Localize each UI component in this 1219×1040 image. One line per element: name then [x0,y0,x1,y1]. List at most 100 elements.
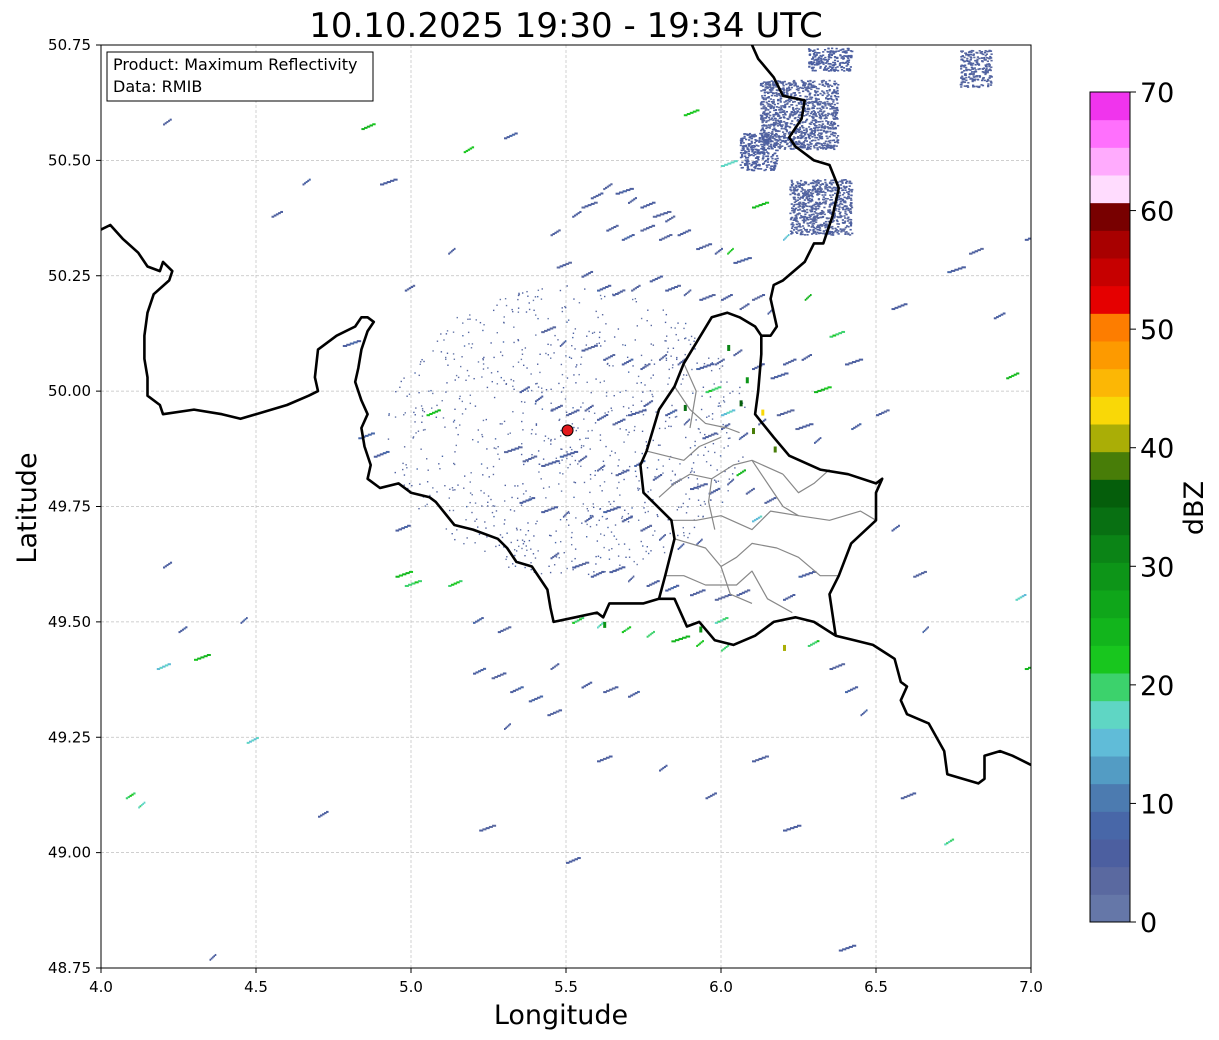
reflectivity-cell [830,120,833,123]
reflectivity-cell [665,359,668,361]
reflectivity-cell [512,385,514,388]
reflectivity-cell [840,65,843,68]
reflectivity-cell [795,186,798,189]
reflectivity-cell [830,179,833,182]
reflectivity-cell [981,70,984,73]
reflectivity-cell [777,102,780,105]
reflectivity-cell [656,468,658,470]
reflectivity-cell [459,395,461,398]
reflectivity-cell [403,474,406,476]
reflectivity-cell [547,354,549,356]
reflectivity-cell [499,351,502,353]
reflectivity-cell [646,467,649,469]
reflectivity-cell [783,135,786,138]
reflectivity-cell [436,491,438,493]
reflectivity-cell [978,50,981,52]
reflectivity-cell [923,570,927,573]
reflectivity-cell [792,82,796,84]
reflectivity-cell [581,522,583,524]
colorbar-segment [1090,285,1130,314]
reflectivity-cell [738,392,741,395]
reflectivity-cell [758,152,761,155]
colorbar-segment [1090,341,1130,370]
reflectivity-cell [723,447,725,449]
reflectivity-cell [436,404,438,407]
reflectivity-cell [967,51,971,53]
reflectivity-cell [574,548,577,550]
reflectivity-cell [490,342,492,344]
colorbar-tick-label: 60 [1140,197,1174,228]
reflectivity-cell [506,532,508,534]
reflectivity-cell [843,70,846,72]
reflectivity-cell [512,410,514,413]
reflectivity-cell [573,374,575,376]
reflectivity-cell [722,423,724,426]
reflectivity-cell [757,149,760,151]
reflectivity-cell [634,197,637,200]
reflectivity-cell [596,343,598,345]
reflectivity-cell [563,551,565,554]
reflectivity-cell [821,198,825,201]
reflectivity-cell [844,220,847,223]
reflectivity-cell [976,52,979,54]
reflectivity-cell [843,192,846,194]
reflectivity-cell [699,626,703,633]
reflectivity-cell [821,137,824,140]
reflectivity-cell [831,126,834,128]
reflectivity-cell [808,65,811,68]
reflectivity-cell [818,186,821,188]
reflectivity-cell [821,114,824,117]
reflectivity-cell [796,220,799,223]
reflectivity-cell [818,124,821,126]
reflectivity-cell [990,59,993,62]
reflectivity-cell [841,219,844,221]
reflectivity-cell [659,275,663,278]
reflectivity-cell [827,85,830,88]
reflectivity-cell [773,103,776,106]
reflectivity-cell [595,310,597,313]
reflectivity-cell [599,294,602,297]
reflectivity-cell [541,395,544,398]
reflectivity-cell [826,83,829,86]
reflectivity-cell [566,567,568,570]
reflectivity-cell [505,558,507,561]
reflectivity-cell [682,543,685,546]
reflectivity-cell [813,80,816,83]
reflectivity-cell [828,230,832,233]
reflectivity-cell [747,257,752,260]
reflectivity-cell [985,67,988,70]
reflectivity-cell [769,167,772,169]
reflectivity-cell [754,151,757,153]
reflectivity-cell [621,517,623,519]
reflectivity-cell [842,67,846,69]
reflectivity-cell [457,433,459,436]
reflectivity-cell [834,51,837,53]
reflectivity-cell [710,369,713,372]
reflectivity-cell [650,400,654,403]
reflectivity-cell [750,134,754,136]
reflectivity-cell [520,453,523,456]
reflectivity-cell [550,388,552,391]
reflectivity-cell [750,168,753,171]
reflectivity-cell [807,146,810,148]
reflectivity-cell [582,503,585,505]
reflectivity-cell [810,226,813,228]
reflectivity-cell [659,474,663,477]
reflectivity-cell [838,63,842,65]
reflectivity-cell [642,391,644,393]
reflectivity-cell [758,136,761,139]
reflectivity-cell [535,433,537,435]
reflectivity-cell [739,139,742,142]
y-tick-label: 49.50 [48,613,91,631]
reflectivity-cell [564,398,567,400]
reflectivity-cell [795,228,798,230]
reflectivity-cell [845,181,848,184]
reflectivity-cell [594,470,597,472]
reflectivity-cell [768,105,772,108]
reflectivity-cell [812,204,815,207]
reflectivity-cell [1038,663,1042,665]
reflectivity-cell [771,86,774,89]
reflectivity-cell [802,221,806,224]
reflectivity-cell [645,441,648,443]
reflectivity-cell [771,132,774,135]
